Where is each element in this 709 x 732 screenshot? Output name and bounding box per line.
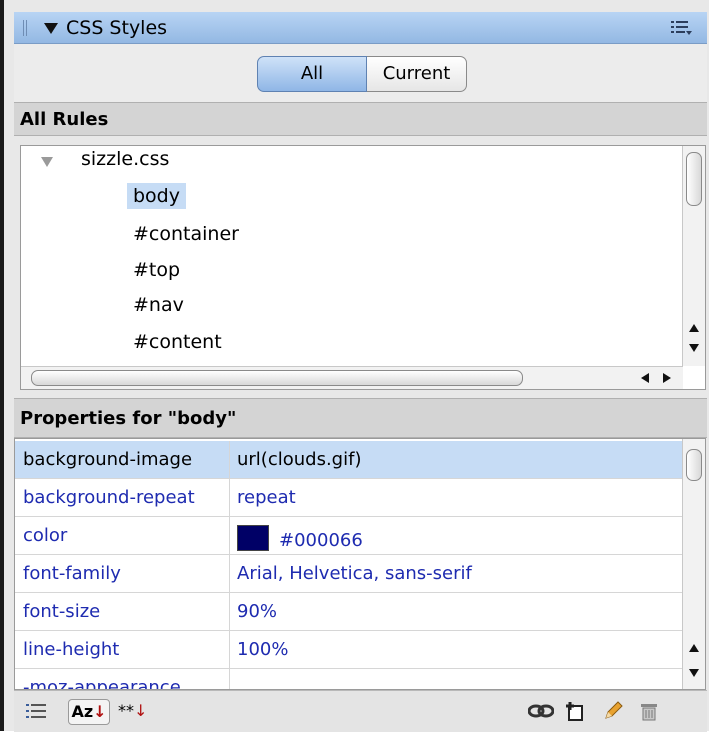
property-row[interactable]: color #000066: [15, 517, 683, 555]
rules-scroll-thumb[interactable]: [686, 152, 702, 206]
scroll-right-arrow-icon[interactable]: [663, 373, 671, 383]
scroll-left-arrow-icon[interactable]: [641, 373, 649, 383]
property-row[interactable]: background-repeat repeat: [15, 479, 683, 517]
rule-item-top[interactable]: #top: [133, 259, 180, 281]
rule-item-container[interactable]: #container: [133, 223, 239, 245]
property-name[interactable]: background-image: [23, 449, 192, 470]
rules-horizontal-scrollbar[interactable]: [21, 366, 683, 389]
property-value[interactable]: 100%: [237, 639, 288, 660]
column-divider: [229, 631, 230, 668]
set-properties-icon[interactable]: **↓: [118, 699, 147, 723]
view-toggle-row: All Current: [14, 44, 707, 102]
property-value[interactable]: 90%: [237, 601, 277, 622]
property-value[interactable]: url(clouds.gif): [237, 449, 361, 470]
set-arrow-icon: ↓: [134, 701, 148, 720]
property-name[interactable]: color: [23, 525, 67, 546]
rules-vertical-scrollbar[interactable]: [682, 146, 705, 366]
property-value[interactable]: #000066: [237, 525, 363, 551]
column-divider: [229, 555, 230, 592]
property-name[interactable]: font-family: [23, 563, 121, 584]
properties-scroll-thumb[interactable]: [686, 449, 702, 481]
bottom-toolbar: Az↓ **↓: [14, 690, 707, 732]
property-row[interactable]: font-size 90%: [15, 593, 683, 631]
rules-hscroll-thumb[interactable]: [31, 370, 523, 386]
rules-tree[interactable]: sizzle.css body #container #top #nav #co…: [20, 145, 706, 390]
column-divider: [229, 593, 230, 630]
property-name[interactable]: line-height: [23, 639, 119, 660]
delete-icon[interactable]: [638, 700, 660, 722]
new-rule-icon[interactable]: [564, 700, 586, 722]
alpha-sort-icon[interactable]: Az↓: [68, 699, 110, 725]
scroll-up-arrow-icon[interactable]: [689, 644, 699, 652]
sort-arrow-icon: ↓: [93, 702, 107, 721]
all-rules-header: All Rules: [14, 102, 707, 136]
column-divider: [229, 669, 230, 689]
property-row[interactable]: background-image url(clouds.gif): [15, 441, 683, 479]
property-row[interactable]: -moz-appearance: [15, 669, 683, 689]
color-swatch[interactable]: [237, 525, 269, 551]
stylesheet-node[interactable]: sizzle.css: [81, 148, 169, 170]
property-value[interactable]: repeat: [237, 487, 296, 508]
rule-item-nav[interactable]: #nav: [133, 294, 184, 316]
property-name[interactable]: font-size: [23, 601, 100, 622]
properties-vertical-scrollbar[interactable]: [682, 439, 705, 689]
property-row[interactable]: line-height 100%: [15, 631, 683, 669]
properties-grid[interactable]: background-image url(clouds.gif) backgro…: [14, 438, 706, 690]
properties-header: Properties for "body": [14, 398, 707, 438]
css-styles-panel: CSS Styles All Current All Rules sizzle.…: [0, 0, 709, 732]
panel-menu-icon[interactable]: [671, 19, 693, 37]
scroll-down-arrow-icon[interactable]: [689, 669, 699, 677]
property-row[interactable]: font-family Arial, Helvetica, sans-serif: [15, 555, 683, 593]
collapse-triangle-icon[interactable]: [44, 23, 58, 34]
all-mode-button[interactable]: All: [257, 56, 367, 92]
category-view-icon[interactable]: [26, 703, 48, 719]
column-divider: [229, 441, 230, 478]
rule-item-content[interactable]: #content: [133, 331, 222, 353]
window-edge: [0, 0, 4, 731]
column-divider: [229, 517, 230, 554]
property-name[interactable]: background-repeat: [23, 487, 195, 508]
property-name[interactable]: -moz-appearance: [23, 677, 181, 689]
panel-title-bar[interactable]: CSS Styles: [14, 12, 707, 44]
star-label: **: [118, 701, 134, 720]
rule-item-body[interactable]: body: [127, 183, 186, 209]
column-divider: [229, 479, 230, 516]
scroll-up-arrow-icon[interactable]: [689, 324, 699, 332]
panel-title: CSS Styles: [66, 17, 168, 39]
drag-grip-icon[interactable]: [23, 20, 29, 36]
current-mode-button[interactable]: Current: [367, 56, 467, 92]
scroll-down-arrow-icon[interactable]: [689, 344, 699, 352]
property-value[interactable]: Arial, Helvetica, sans-serif: [237, 563, 472, 584]
az-label: Az: [71, 702, 94, 721]
expand-triangle-icon[interactable]: [41, 157, 53, 167]
edit-rule-icon[interactable]: [602, 700, 624, 722]
color-value-text: #000066: [279, 530, 363, 551]
attach-stylesheet-icon[interactable]: [528, 703, 554, 719]
